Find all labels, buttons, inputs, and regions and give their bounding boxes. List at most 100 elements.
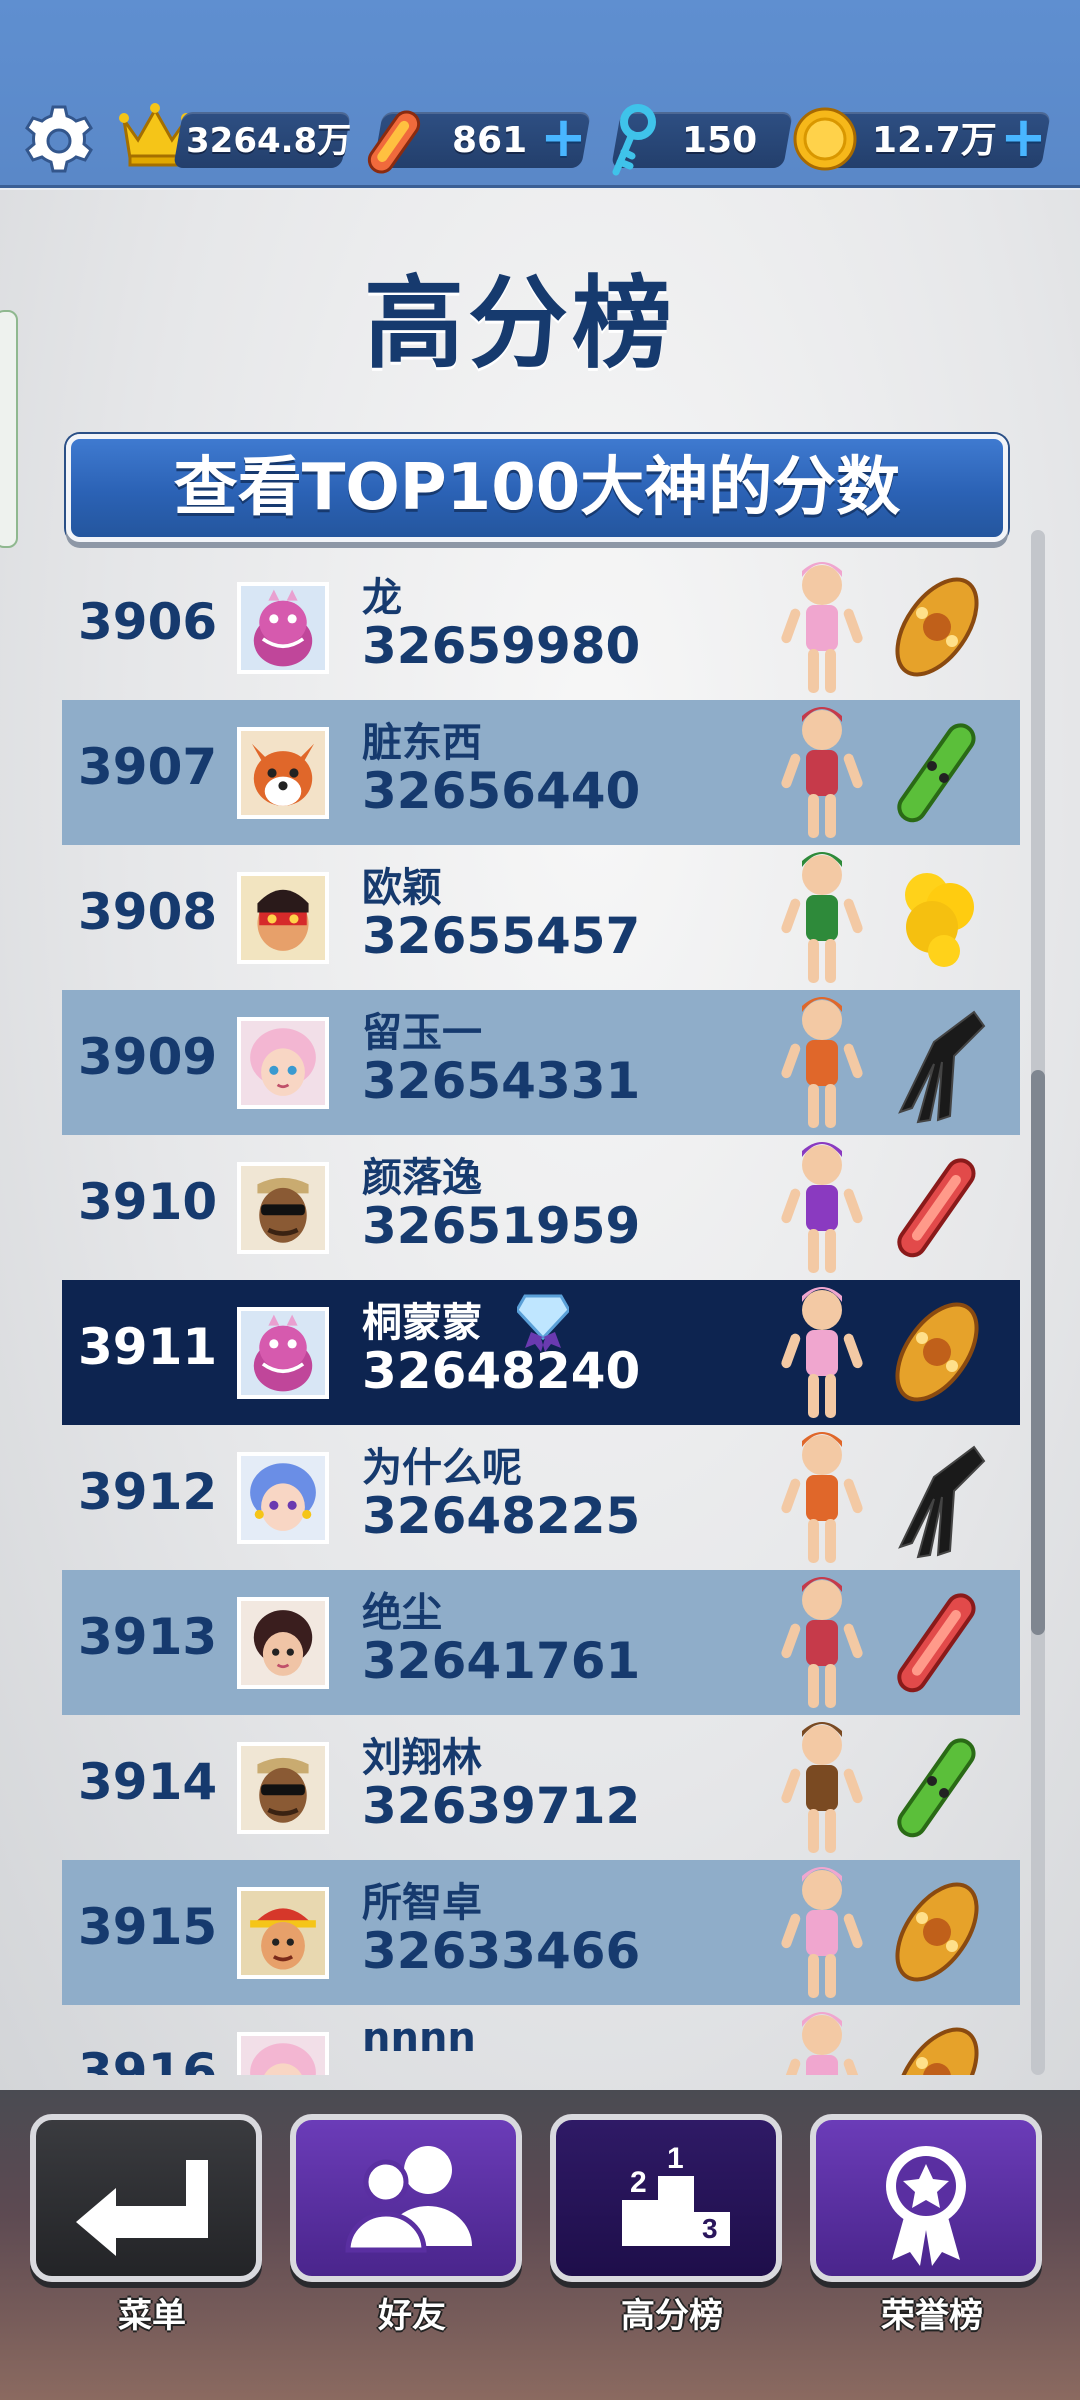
boards-plus-button[interactable]: +: [540, 110, 587, 166]
leaderboard-row[interactable]: 3913 绝尘 32641761: [62, 1570, 1020, 1715]
hoverboard-icon: [895, 1302, 979, 1402]
leaderboard-row[interactable]: 3906 龙 32659980: [62, 560, 1020, 700]
return-arrow-icon: [76, 2160, 208, 2256]
player-score: 32648225: [362, 1487, 641, 1545]
coins-plus-button[interactable]: +: [1000, 110, 1047, 166]
character-icon: [781, 997, 863, 1128]
player-name: 欧颖: [362, 865, 442, 911]
leaderboard-row[interactable]: 3907 脏东西 32656440: [62, 700, 1020, 845]
hoverboard-icon: [897, 723, 976, 823]
leaderboard-row[interactable]: 3909 留玉一 32654331: [62, 990, 1020, 1135]
player-name: 桐蒙蒙: [362, 1300, 482, 1346]
character-icon: [781, 707, 863, 838]
friends-button[interactable]: [290, 2114, 522, 2282]
leaderboard-nav-label: 高分榜: [621, 2296, 723, 2336]
honor-button[interactable]: [810, 2114, 1042, 2282]
honor-label: 荣誉榜: [881, 2296, 983, 2336]
leaderboard-row[interactable]: 3914 刘翔林 32639712: [62, 1715, 1020, 1860]
character-icon: [781, 1577, 863, 1708]
rank-number: 3914: [78, 1753, 218, 1811]
player-avatar[interactable]: [237, 727, 329, 819]
rank-number: 3907: [78, 738, 218, 796]
gear-icon[interactable]: [22, 104, 96, 178]
top100-button[interactable]: 查看TOP100大神的分数: [66, 434, 1008, 542]
rank-number: 3912: [78, 1463, 218, 1521]
player-avatar[interactable]: [237, 872, 329, 964]
player-avatar[interactable]: [237, 1017, 329, 1109]
leaderboard-list[interactable]: 3906 龙 32659980 3907 脏东西 32656440 3908 欧颖 326554…: [62, 560, 1020, 2075]
player-score: 32639712: [362, 1777, 641, 1835]
player-name: 绝尘: [362, 1590, 442, 1636]
friends-label: 好友: [378, 2296, 446, 2336]
rank-number: 3906: [78, 593, 218, 651]
character-icon: [781, 1432, 863, 1563]
crowns-value: 3264.8万: [186, 121, 352, 161]
player-avatar[interactable]: [237, 1597, 329, 1689]
hoverboard-icon: [367, 110, 421, 174]
menu-label: 菜单: [118, 2296, 186, 2336]
player-avatar[interactable]: [237, 1887, 329, 1979]
currency-bar: 3264.8万 861 + 150 12.7万 +: [0, 0, 1080, 188]
player-name: 所智卓: [362, 1880, 482, 1926]
medal-icon: [886, 2146, 966, 2266]
player-name: 脏东西: [362, 720, 482, 766]
player-avatar[interactable]: [237, 1452, 329, 1544]
character-icon: [781, 1142, 863, 1273]
coins-value: 12.7万: [872, 120, 997, 161]
leaderboard-nav-button[interactable]: 2 1 3: [550, 2114, 782, 2282]
hoverboard-icon: [905, 873, 974, 967]
hoverboard-icon: [898, 1445, 986, 1559]
rank-number: 3909: [78, 1028, 218, 1086]
character-icon: [781, 2012, 863, 2075]
hoverboard-icon: [897, 1738, 976, 1838]
leaderboard-row[interactable]: 3908 欧颖 32655457: [62, 845, 1020, 990]
scrollbar-thumb[interactable]: [1031, 1070, 1045, 1635]
page-title: 高分榜: [364, 265, 676, 382]
player-name: 颜落逸: [362, 1155, 482, 1201]
rank-number: 3908: [78, 883, 218, 941]
leaderboard-row[interactable]: 3910 颜落逸 32651959: [62, 1135, 1020, 1280]
player-avatar[interactable]: [237, 582, 329, 674]
rank-number: 3913: [78, 1608, 218, 1666]
rank-number: 3915: [78, 1898, 218, 1956]
hoverboard-icon: [895, 2027, 979, 2075]
player-avatar[interactable]: [237, 1162, 329, 1254]
rank-number: 3911: [78, 1318, 218, 1376]
leaderboard-row-self[interactable]: 3911 桐蒙蒙 32648240: [62, 1280, 1020, 1425]
player-name: 龙: [362, 575, 402, 621]
key-icon: [612, 104, 656, 176]
menu-button[interactable]: [30, 2114, 262, 2282]
player-avatar[interactable]: [237, 1307, 329, 1399]
coin-icon: [793, 107, 857, 171]
character-icon: [781, 1722, 863, 1853]
hoverboard-icon: [897, 1593, 976, 1693]
diamond-badge-icon: [517, 1294, 569, 1352]
player-name: 留玉一: [362, 1010, 482, 1056]
player-score: 32648240: [362, 1342, 641, 1400]
leaderboard-row[interactable]: 3912 为什么呢 32648225: [62, 1425, 1020, 1570]
svg-text:3: 3: [702, 2213, 718, 2244]
player-name: nnnn: [362, 2015, 476, 2061]
leaderboard-row[interactable]: 3915 所智卓 32633466: [62, 1860, 1020, 2005]
player-avatar[interactable]: [237, 2032, 329, 2075]
player-score: 32641761: [362, 1632, 641, 1690]
character-icon: [781, 852, 863, 983]
rank-number: 3916: [78, 2043, 218, 2075]
keys-value: 150: [682, 120, 758, 161]
hoverboard-icon: [897, 1158, 976, 1258]
character-icon: [781, 562, 863, 693]
player-score: 32655457: [362, 907, 641, 965]
player-score: 32633466: [362, 1922, 641, 1980]
player-score: 32630440: [362, 2067, 640, 2075]
leaderboard-row[interactable]: 3916 nnnn 32630440: [62, 2005, 1020, 2075]
player-score: 32659980: [362, 617, 641, 675]
hoverboard-icon: [895, 577, 979, 677]
player-name: 为什么呢: [362, 1445, 522, 1491]
rank-number: 3910: [78, 1173, 218, 1231]
player-score: 32651959: [362, 1197, 641, 1255]
player-avatar[interactable]: [237, 1742, 329, 1834]
player-score: 32656440: [362, 762, 641, 820]
player-score: 32654331: [362, 1052, 641, 1110]
bottom-nav: 菜单 好友 2 1 3 高分榜 荣誉榜: [0, 2090, 1080, 2400]
svg-text:1: 1: [667, 2142, 684, 2175]
